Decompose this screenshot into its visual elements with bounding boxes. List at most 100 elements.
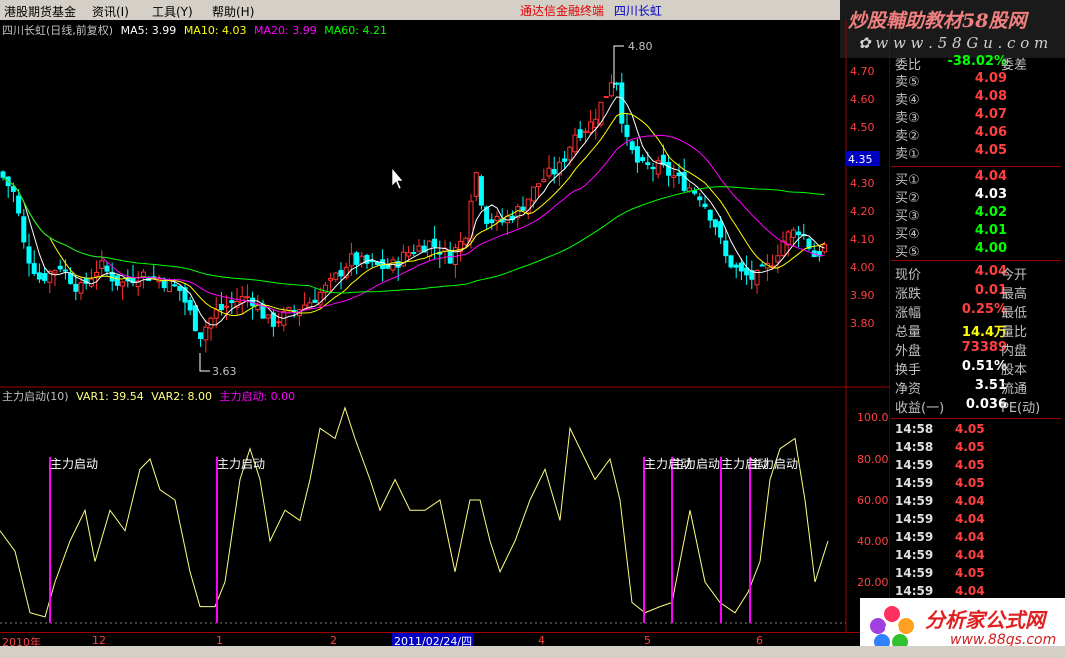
candle (551, 168, 557, 175)
candle (208, 317, 214, 329)
candle (432, 238, 438, 248)
sell-level[interactable]: 卖④ 4.08 (891, 89, 1061, 108)
candle (629, 141, 635, 151)
menu-info[interactable]: 资讯(I) (92, 3, 129, 20)
sell-level[interactable]: 卖① 4.05 (891, 143, 1061, 162)
candle (31, 263, 37, 274)
tick-row: 14:58 4.05 (895, 422, 985, 436)
candle (380, 259, 386, 269)
candle (411, 251, 417, 254)
price-tick: 4.50 (850, 121, 875, 134)
menu-hk-futures[interactable]: 港股期货基金 (4, 3, 76, 20)
candle (676, 172, 682, 177)
candle (536, 183, 542, 188)
candle (16, 195, 22, 214)
candle (733, 264, 739, 268)
flower-icon (870, 606, 914, 650)
buy-level[interactable]: 买④ 4.01 (891, 223, 1061, 242)
price-tick: 3.90 (850, 289, 875, 302)
tick-row: 14:59 4.04 (895, 530, 985, 544)
main-candle-chart (0, 73, 828, 353)
candle (619, 82, 625, 124)
price-axis: 4.70 4.60 4.50 4.40 4.30 4.20 4.10 4.00 … (850, 65, 875, 330)
candle (562, 158, 568, 162)
candle (203, 326, 209, 341)
candle (338, 270, 344, 277)
quote-row: 总量 14.4万 量比 (895, 325, 1028, 340)
current-price-label: 4.35 (848, 153, 873, 166)
signal-label: 主力启动 (750, 457, 798, 471)
buy-level[interactable]: 买⑤ 4.00 (891, 241, 1061, 260)
ind-tick: 20.00 (857, 576, 889, 589)
candle (707, 209, 713, 221)
candle (702, 203, 708, 208)
candle (36, 272, 42, 280)
menu-help[interactable]: 帮助(H) (212, 3, 254, 20)
candle (775, 255, 781, 263)
ma20-line (2, 134, 825, 314)
candle (640, 157, 646, 161)
candle (187, 300, 193, 311)
candle (140, 271, 146, 278)
candle (790, 229, 796, 239)
price-tick: 4.00 (850, 261, 875, 274)
candle (26, 246, 32, 264)
candle (489, 219, 495, 224)
candle (577, 129, 583, 138)
candle (478, 176, 484, 206)
candle (593, 118, 599, 128)
chart-area[interactable]: 主力启动 主力启动 主力启动主力启动 主力启动主力启动 四川长虹(日线,前复权) MA… (0, 20, 890, 632)
candle (120, 281, 126, 287)
tick-row: 14:58 4.05 (895, 440, 985, 454)
sell-level[interactable]: 卖⑤ 4.09 (891, 71, 1061, 90)
high-marker (613, 45, 624, 88)
status-bar (0, 646, 1065, 658)
candle (780, 240, 786, 256)
candle (265, 314, 271, 319)
candle (224, 305, 230, 308)
candle (354, 252, 360, 265)
candle (520, 206, 526, 211)
candle (104, 265, 110, 272)
price-tick: 4.20 (850, 205, 875, 218)
tick-row: 14:59 4.05 (895, 476, 985, 490)
candle (634, 146, 640, 163)
candle (312, 299, 318, 303)
candle (276, 321, 282, 324)
quote-row: 换手 0.51% 股本 (895, 359, 1028, 378)
candle (198, 332, 204, 339)
sell-level[interactable]: 卖② 4.06 (891, 125, 1061, 144)
candle (738, 262, 744, 272)
candle (608, 82, 614, 97)
candle (624, 124, 630, 137)
low-marker (199, 353, 210, 372)
candle (406, 252, 412, 257)
candle (494, 215, 500, 222)
quote-row: 外盘 73389 内盘 (895, 340, 1028, 359)
candle (62, 269, 68, 272)
menu-tools[interactable]: 工具(Y) (152, 3, 193, 20)
order-ratio-row: 委比 -38.02% 委差 (895, 54, 1028, 73)
candle (73, 283, 79, 292)
candle (244, 296, 250, 299)
candle (218, 303, 224, 311)
candle (666, 161, 672, 176)
candle (172, 284, 178, 287)
app-title: 通达信金融终端 四川长虹 (520, 4, 662, 18)
candle (712, 219, 718, 228)
buy-level[interactable]: 买③ 4.02 (891, 205, 1061, 224)
candle (650, 166, 656, 170)
quote-row: 涨幅 0.25% 最低 (895, 302, 1028, 321)
buy-level[interactable]: 买② 4.03 (891, 187, 1061, 206)
candle (692, 190, 698, 194)
sell-level[interactable]: 卖③ 4.07 (891, 107, 1061, 126)
candle (796, 231, 802, 236)
price-tick: 4.10 (850, 233, 875, 246)
candle (68, 272, 74, 284)
buy-level[interactable]: 买① 4.04 (891, 169, 1061, 188)
main-header: 四川长虹(日线,前复权) MA5: 3.99 MA10: 4.03 MA20: … (2, 23, 387, 37)
candle (473, 172, 479, 197)
candle (42, 273, 48, 281)
candle (463, 237, 469, 245)
candle (333, 272, 339, 280)
